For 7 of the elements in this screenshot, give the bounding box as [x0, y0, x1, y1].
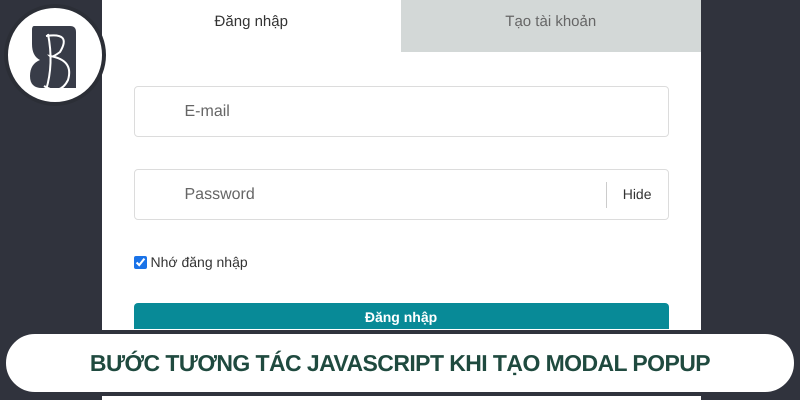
hide-toggle[interactable]: Hide [606, 184, 668, 205]
tab[interactable]: Tạo tài khoản [401, 0, 700, 52]
login-button[interactable]: Đăng nhập [134, 303, 668, 329]
remember-label: Nhớ đăng nhập [150, 253, 248, 272]
banner-title: BƯỚC TƯƠNG TÁC JAVASCRIPT KHI TẠO MODAL POPUP [90, 348, 710, 378]
remember-checkbox[interactable] [134, 256, 146, 269]
text-field[interactable]: E-mail [134, 86, 668, 137]
